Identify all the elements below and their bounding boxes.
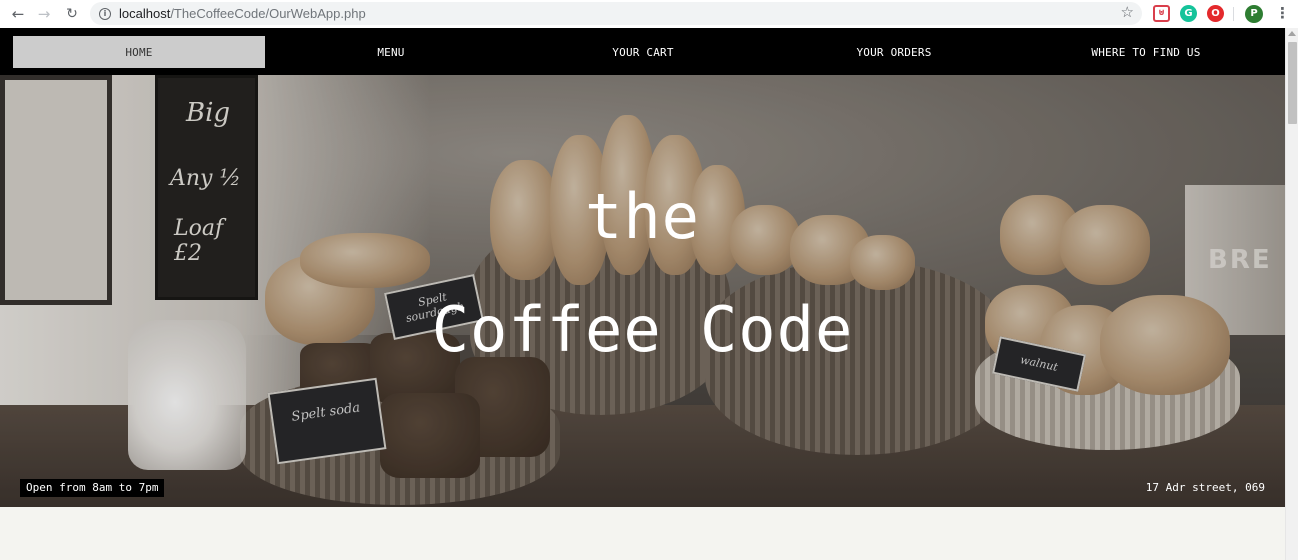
hero-title: Coffee Code (431, 293, 854, 366)
hero-overlay (0, 75, 1285, 507)
scroll-thumb[interactable] (1288, 42, 1297, 124)
toolbar-divider (1233, 7, 1234, 21)
grammarly-extension-icon[interactable]: G (1180, 5, 1197, 22)
hero-title-the: the (585, 180, 700, 253)
url-host: localhost (119, 6, 171, 21)
nav-your-cart[interactable]: YOUR CART (517, 36, 769, 68)
address: 17 Adr street, 069 (1145, 481, 1265, 494)
adblock-extension-icon[interactable]: O (1207, 5, 1224, 22)
reload-icon[interactable]: ↻ (60, 2, 84, 26)
pocket-extension-icon[interactable]: ⊍ (1153, 5, 1170, 22)
nav-menu[interactable]: MENU (265, 36, 517, 68)
profile-avatar[interactable]: P (1245, 5, 1263, 23)
address-bar[interactable]: i localhost/TheCoffeeCode/OurWebApp.php … (90, 2, 1142, 25)
nav-home[interactable]: HOME (13, 36, 265, 68)
top-navigation: HOME MENU YOUR CART YOUR ORDERS WHERE TO… (0, 28, 1285, 75)
back-arrow-icon[interactable]: ← (6, 2, 30, 26)
nav-where-to-find-us[interactable]: WHERE TO FIND US (1020, 36, 1272, 68)
url-path: /TheCoffeeCode/OurWebApp.php (170, 6, 366, 21)
browser-menu-icon[interactable]: ⋮ (1275, 4, 1290, 22)
forward-arrow-icon[interactable]: → (32, 2, 56, 26)
bookmark-star-icon[interactable]: ☆ (1121, 3, 1134, 21)
browser-toolbar: ← → ↻ i localhost/TheCoffeeCode/OurWebAp… (0, 0, 1298, 28)
url-text[interactable]: localhost/TheCoffeeCode/OurWebApp.php (119, 6, 366, 21)
page-scrollbar[interactable] (1285, 28, 1298, 560)
hero-banner: Big Any ½ Loaf £2 BRE Spelt sourdough Sp… (0, 75, 1285, 507)
page: HOME MENU YOUR CART YOUR ORDERS WHERE TO… (0, 28, 1285, 560)
info-icon[interactable]: i (99, 7, 111, 20)
scroll-up-icon[interactable] (1288, 31, 1296, 36)
nav-your-orders[interactable]: YOUR ORDERS (768, 36, 1020, 68)
opening-hours: Open from 8am to 7pm (20, 479, 165, 497)
